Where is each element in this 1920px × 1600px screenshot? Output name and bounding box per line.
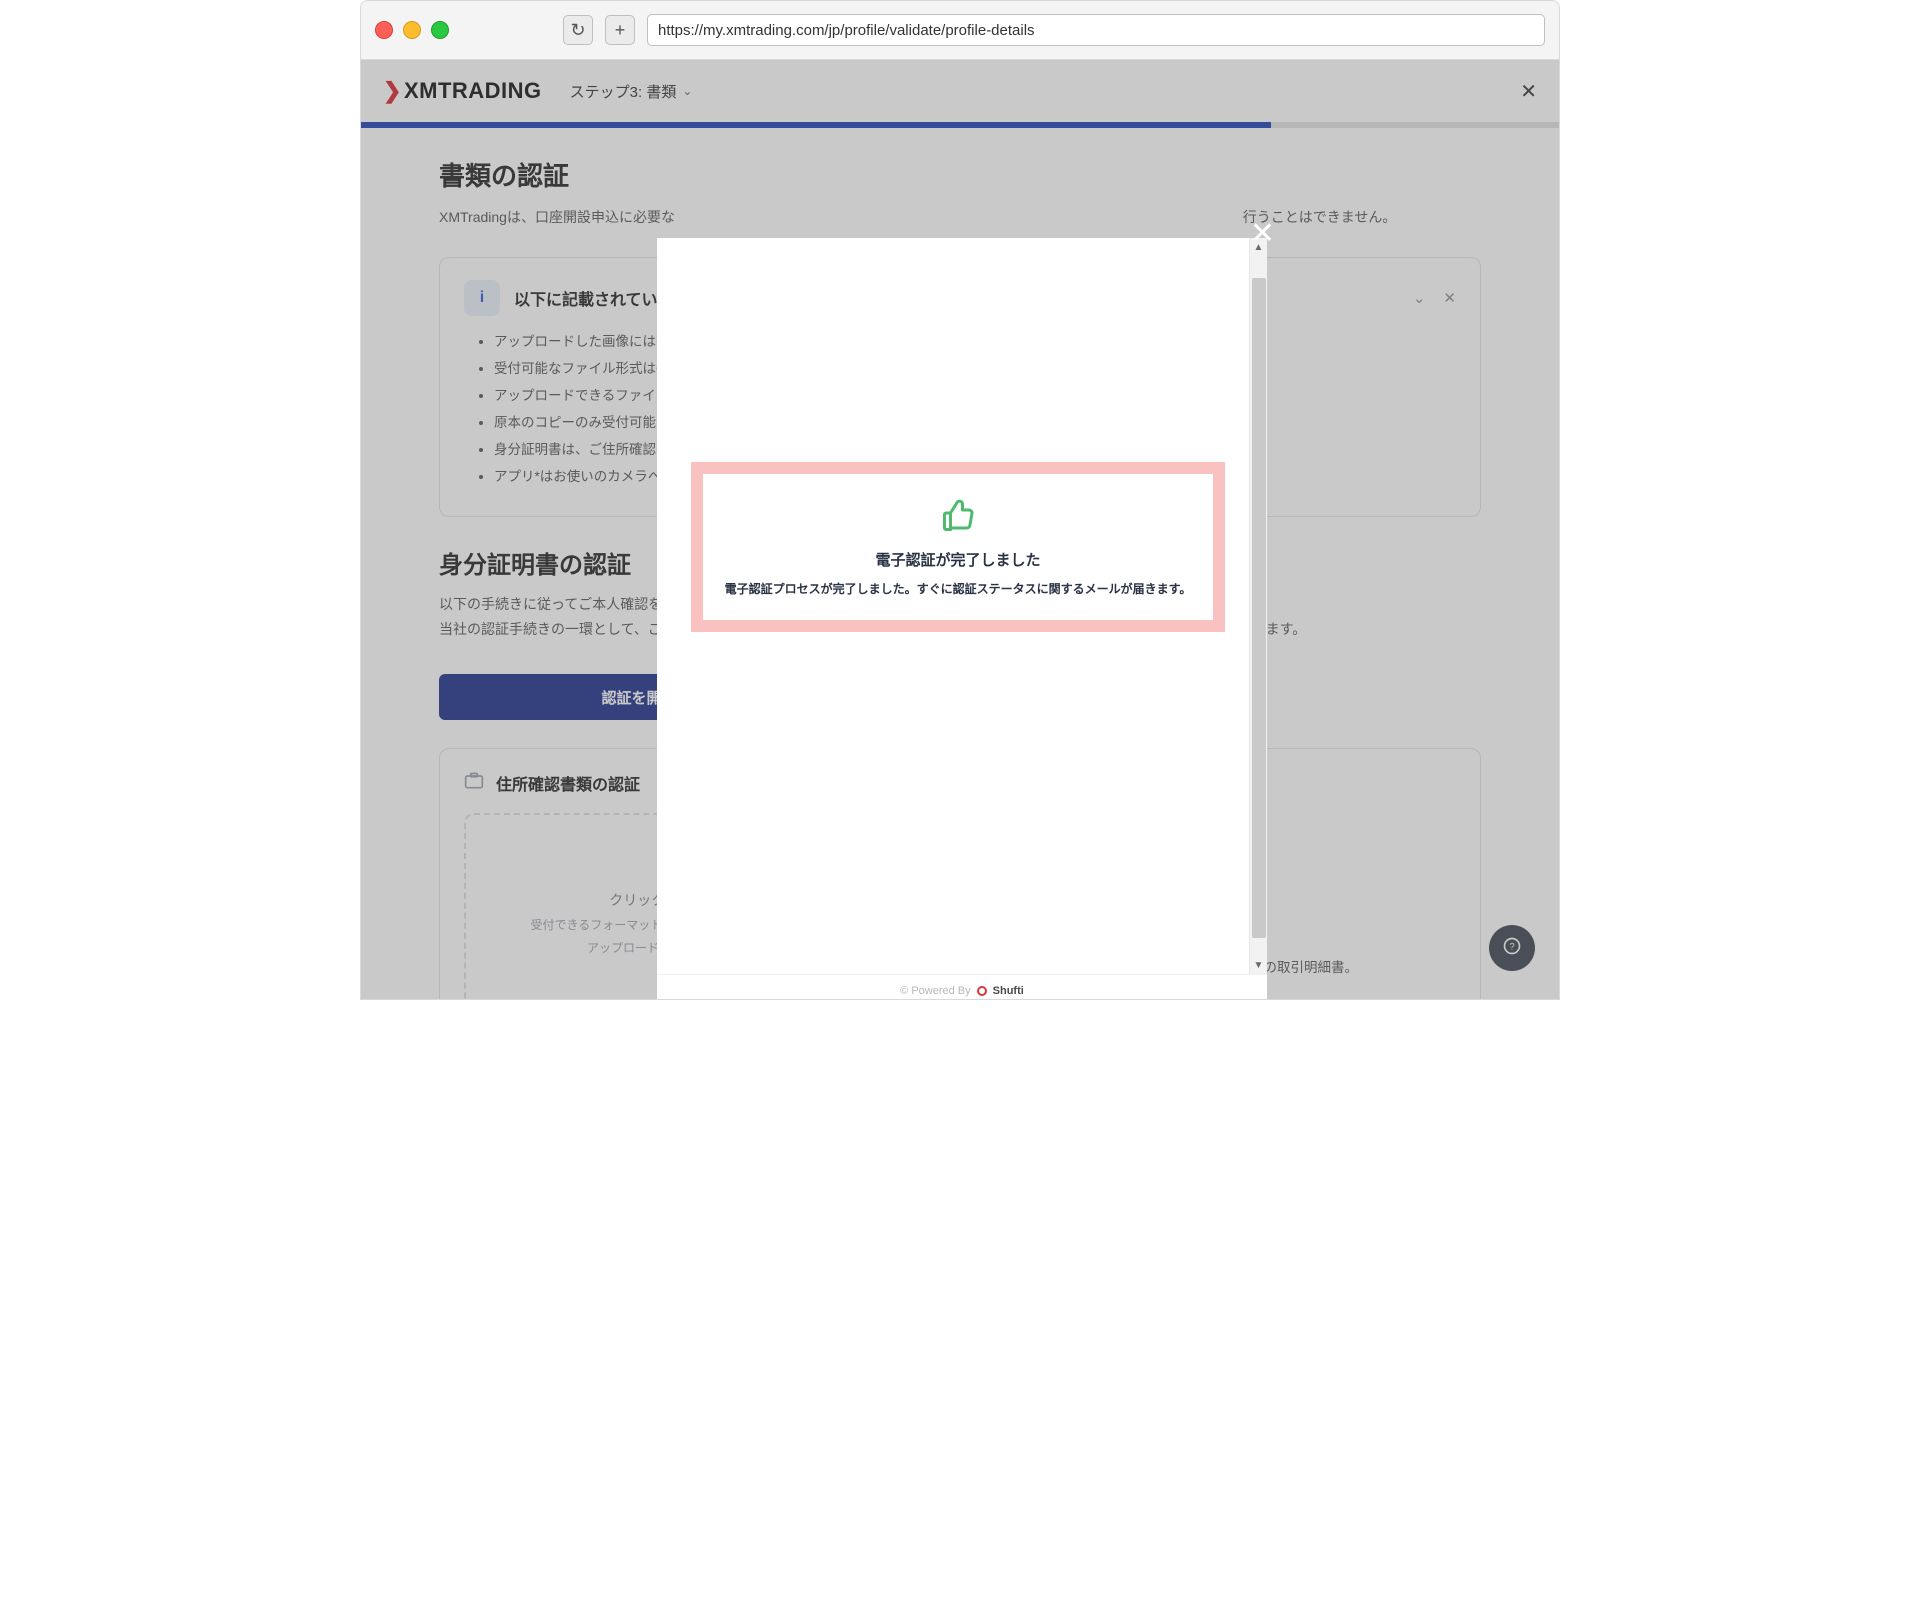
reload-icon: ↻ (570, 20, 585, 41)
success-message: 電子認証プロセスが完了しました。すぐに認証ステータスに関するメールが届きます。 (725, 580, 1192, 597)
verification-modal: ✕ ▲ ▼ 電子認証が完了しました (657, 238, 1267, 1000)
window-close-dot[interactable] (375, 21, 393, 39)
shufti-name: Shufti (993, 985, 1024, 997)
page: ❯ XMTRADING ステップ3: 書類 ⌄ ✕ 書類の認証 XMTradin… (360, 60, 1560, 1000)
modal-footer: © Powered By Shufti (657, 974, 1267, 1000)
url-text: https://my.xmtrading.com/jp/profile/vali… (658, 22, 1035, 39)
window-controls (375, 21, 449, 39)
modal-scrollbar[interactable]: ▲ ▼ (1249, 238, 1267, 974)
reload-button[interactable]: ↻ (563, 15, 593, 45)
browser-chrome: ↻ + https://my.xmtrading.com/jp/profile/… (360, 0, 1560, 60)
powered-by-label: © Powered By (900, 985, 970, 997)
thumbs-up-icon (938, 498, 978, 539)
plus-icon: + (615, 20, 626, 41)
modal-close-button[interactable]: ✕ (1250, 216, 1275, 251)
url-bar[interactable]: https://my.xmtrading.com/jp/profile/vali… (647, 14, 1545, 46)
window-minimize-dot[interactable] (403, 21, 421, 39)
modal-body: ▲ ▼ 電子認証が完了しました 電子認証プロセスが完了しました。すぐに認証ステー… (657, 238, 1267, 974)
close-icon: ✕ (1250, 217, 1275, 250)
success-title: 電子認証が完了しました (875, 549, 1040, 570)
shufti-logo-icon (977, 986, 987, 996)
scroll-down-icon[interactable]: ▼ (1250, 956, 1267, 974)
success-card: 電子認証が完了しました 電子認証プロセスが完了しました。すぐに認証ステータスに関… (691, 462, 1225, 632)
new-tab-button[interactable]: + (605, 15, 635, 45)
scroll-thumb[interactable] (1252, 278, 1266, 938)
window-zoom-dot[interactable] (431, 21, 449, 39)
